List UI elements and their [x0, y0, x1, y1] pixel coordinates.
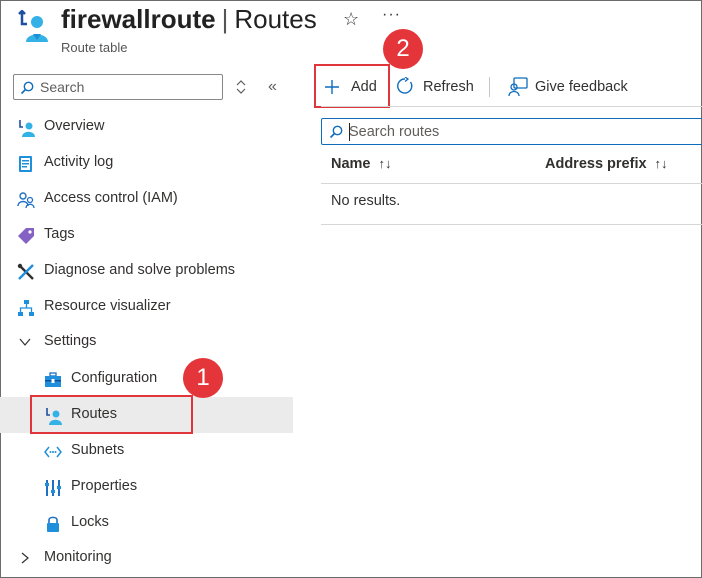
more-actions-button[interactable]: ··· — [382, 6, 401, 24]
sidebar-item-subnets[interactable]: Subnets — [0, 433, 293, 469]
chevron-down-icon — [19, 338, 31, 346]
sidebar-item-label: Routes — [71, 406, 117, 422]
column-header-name[interactable]: Name ↑↓ — [331, 156, 392, 172]
sidebar-item-label: Settings — [44, 333, 97, 349]
toolbar-divider — [489, 77, 490, 97]
subnet-icon — [44, 446, 62, 458]
table-header-divider — [321, 183, 702, 184]
sidebar-item-label: Properties — [71, 478, 138, 494]
sidebar-item-properties[interactable]: Properties — [0, 469, 293, 505]
callout-badge-2: 2 — [383, 29, 423, 69]
toolbox-icon — [45, 372, 61, 387]
add-button-label: Add — [351, 79, 377, 95]
title-separator: | — [221, 4, 229, 34]
sort-toggle-icon[interactable] — [235, 79, 247, 95]
wrench-icon — [17, 263, 34, 280]
table-bottom-divider — [321, 224, 702, 225]
route-search-box[interactable] — [321, 118, 702, 145]
refresh-button-label: Refresh — [423, 79, 474, 95]
sidebar-item-monitoring[interactable]: Monitoring — [0, 540, 293, 576]
search-icon — [329, 125, 343, 139]
sidebar-item-configuration[interactable]: Configuration — [0, 361, 293, 397]
sidebar-item-label: Activity log — [44, 154, 114, 170]
sidebar-item-label: Locks — [71, 514, 109, 530]
sidebar-item-overview[interactable]: Overview — [0, 109, 293, 145]
activity-log-icon — [19, 156, 32, 172]
sidebar-item-label: Access control (IAM) — [44, 190, 178, 206]
route-table-icon — [19, 120, 35, 137]
column-header-address-prefix[interactable]: Address prefix ↑↓ — [545, 156, 668, 172]
sidebar-item-settings[interactable]: Settings — [0, 324, 293, 360]
route-table-icon — [18, 10, 48, 42]
resource-type-subtitle: Route table — [61, 40, 128, 55]
sidebar-item-access-control[interactable]: Access control (IAM) — [0, 181, 293, 217]
sort-arrows-icon: ↑↓ — [378, 156, 392, 171]
lock-icon — [47, 516, 59, 532]
route-search-input[interactable] — [349, 122, 689, 142]
refresh-button[interactable]: Refresh — [394, 72, 479, 102]
sidebar-item-label: Subnets — [71, 442, 125, 458]
resource-name: firewallroute — [61, 4, 216, 34]
search-icon — [20, 81, 34, 95]
give-feedback-label: Give feedback — [535, 79, 628, 95]
collapse-sidebar-icon[interactable]: « — [268, 78, 277, 96]
plus-icon — [325, 80, 339, 94]
sidebar-item-routes[interactable]: Routes — [0, 397, 293, 433]
sidebar-search-input[interactable] — [40, 77, 218, 97]
sidebar-item-label: Overview — [44, 118, 105, 134]
sidebar-item-label: Tags — [44, 226, 75, 242]
favorite-star-icon[interactable]: ☆ — [343, 9, 359, 30]
sidebar-item-resource-visualizer[interactable]: Resource visualizer — [0, 289, 293, 325]
empty-state-text: No results. — [331, 193, 401, 209]
sidebar-item-label: Configuration — [71, 370, 158, 386]
sidebar-item-tags[interactable]: Tags — [0, 217, 293, 253]
column-header-label: Name — [331, 156, 371, 172]
column-header-label: Address prefix — [545, 156, 647, 172]
sidebar-search-box[interactable] — [13, 74, 223, 100]
page-name: Routes — [234, 4, 317, 34]
toolbar-divider-line — [321, 106, 702, 107]
properties-icon — [45, 480, 61, 496]
sort-arrows-icon: ↑↓ — [654, 156, 668, 171]
add-button[interactable]: Add — [319, 72, 389, 102]
sidebar-item-activity-log[interactable]: Activity log — [0, 145, 293, 181]
hierarchy-icon — [18, 300, 34, 316]
sidebar-item-label: Monitoring — [44, 549, 112, 565]
text-cursor — [349, 123, 350, 141]
page-title: firewallroute | Routes — [61, 4, 317, 35]
people-icon — [17, 192, 35, 209]
sidebar-item-locks[interactable]: Locks — [0, 505, 293, 541]
feedback-icon — [508, 77, 528, 97]
route-table-icon — [46, 408, 62, 425]
sidebar-item-diagnose[interactable]: Diagnose and solve problems — [0, 253, 293, 289]
sidebar-item-label: Diagnose and solve problems — [44, 262, 236, 278]
sidebar-item-label: Resource visualizer — [44, 298, 171, 314]
refresh-icon — [397, 77, 413, 94]
callout-badge-1: 1 — [183, 358, 223, 398]
tag-icon — [18, 228, 34, 244]
give-feedback-button[interactable]: Give feedback — [506, 72, 636, 102]
chevron-right-icon — [21, 552, 29, 564]
